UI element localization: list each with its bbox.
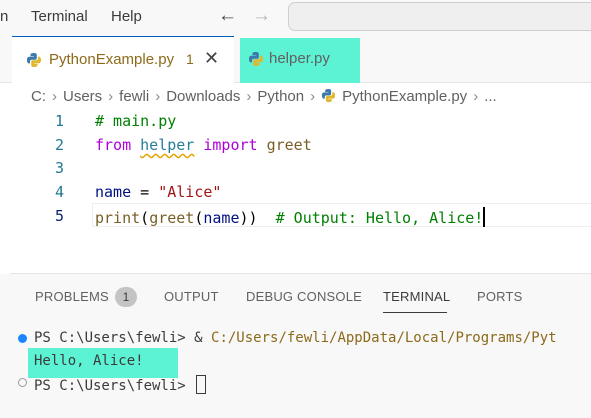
chevron-right-icon: › — [52, 88, 57, 105]
python-icon — [322, 88, 336, 103]
code-paren: )) — [239, 209, 258, 227]
breadcrumb-item[interactable]: Users — [63, 88, 102, 105]
active-tab-indicator — [383, 312, 447, 313]
breadcrumb-item[interactable]: ... — [484, 88, 497, 105]
command-decoration-icon[interactable] — [18, 334, 27, 343]
chevron-right-icon: › — [246, 88, 252, 105]
code-line-1[interactable]: # main.py — [95, 112, 176, 130]
code-function-name: greet — [149, 209, 195, 227]
line-number: 4 — [54, 183, 64, 201]
tab-label: helper.py — [269, 50, 330, 67]
tab-helper[interactable]: helper.py — [240, 38, 360, 83]
code-function-name: greet — [266, 136, 312, 154]
code-operator: = — [131, 183, 159, 201]
problems-badge: 1 — [115, 287, 137, 307]
tab-problems[interactable]: PROBLEMS — [35, 289, 109, 304]
tab-output[interactable]: OUTPUT — [164, 289, 219, 304]
menu-item-help[interactable]: Help — [111, 8, 142, 25]
chevron-right-icon: › — [310, 88, 316, 105]
terminal-cursor — [196, 375, 207, 394]
breadcrumb-item[interactable]: fewli — [119, 88, 149, 105]
tab-ports[interactable]: PORTS — [477, 289, 523, 304]
terminal-prompt: PS C:\Users\fewli> — [34, 378, 195, 394]
code-comment: # Output: Hello, Alice! — [275, 209, 484, 227]
chevron-right-icon: › — [473, 88, 479, 105]
chevron-right-icon: › — [155, 88, 161, 105]
tab-pythonexample[interactable]: PythonExample.py 1 ✕ — [12, 36, 234, 83]
code-line-4[interactable]: name = "Alice" — [95, 183, 221, 201]
code-function-name: print — [95, 209, 141, 227]
line-number: 2 — [54, 136, 64, 154]
terminal-output: Hello, Alice! — [34, 353, 144, 369]
code-line-5[interactable]: print(greet(name)) # Output: Hello, Alic… — [95, 207, 486, 227]
code-keyword: from — [95, 136, 132, 154]
breadcrumb-item[interactable]: PythonExample.py — [342, 88, 467, 105]
code-keyword: import — [203, 136, 258, 154]
python-icon — [27, 53, 41, 67]
breadcrumb-item[interactable]: Downloads — [166, 88, 240, 105]
back-arrow-icon[interactable]: ← — [218, 5, 237, 27]
command-decoration-icon[interactable] — [18, 378, 27, 387]
menu-item-terminal[interactable]: Terminal — [31, 8, 88, 25]
code-line-2[interactable]: from helper import greet — [95, 136, 312, 154]
text-cursor — [483, 207, 486, 227]
editor-area[interactable] — [0, 83, 591, 274]
breadcrumb-item[interactable]: C: — [31, 88, 46, 105]
line-number: 1 — [54, 112, 64, 130]
close-icon[interactable]: ✕ — [204, 48, 219, 69]
menu-item-run[interactable]: n — [0, 8, 8, 25]
problems-count: 1 — [186, 51, 194, 67]
breadcrumb-item[interactable]: Python — [257, 88, 304, 105]
tab-terminal[interactable]: TERMINAL — [383, 289, 450, 304]
code-comment: # main.py — [95, 112, 177, 130]
line-number: 5 — [54, 207, 64, 225]
forward-arrow-icon[interactable]: → — [252, 5, 271, 27]
code-variable: name — [203, 209, 240, 227]
code-string: "Alice" — [158, 183, 222, 201]
editor-tab-bar: PythonExample.py 1 ✕ helper.py — [0, 36, 591, 83]
terminal-prompt: PS C:\Users\fewli> — [34, 330, 195, 346]
code-paren: ( — [140, 209, 150, 227]
terminal-path: C:/Users/fewli/AppData/Local/Programs/Py… — [211, 330, 557, 346]
code-module-warning: helper — [140, 136, 195, 154]
terminal-operator: & — [194, 330, 212, 346]
code-variable: name — [95, 183, 132, 201]
tab-debug-console[interactable]: DEBUG CONSOLE — [246, 289, 362, 304]
tab-label: PythonExample.py — [49, 51, 175, 68]
terminal-line-1: PS C:\Users\fewli> & C:/Users/fewli/AppD… — [34, 330, 557, 346]
python-icon — [249, 52, 263, 66]
menu-bar: n Terminal Help ← → — [0, 0, 591, 36]
chevron-right-icon: › — [108, 88, 114, 105]
command-center-search[interactable] — [288, 2, 591, 31]
line-number: 3 — [54, 159, 64, 177]
terminal-line-3[interactable]: PS C:\Users\fewli> — [34, 375, 207, 394]
breadcrumb: C: › Users › fewli › Downloads › Python › PythonE… — [31, 88, 497, 105]
